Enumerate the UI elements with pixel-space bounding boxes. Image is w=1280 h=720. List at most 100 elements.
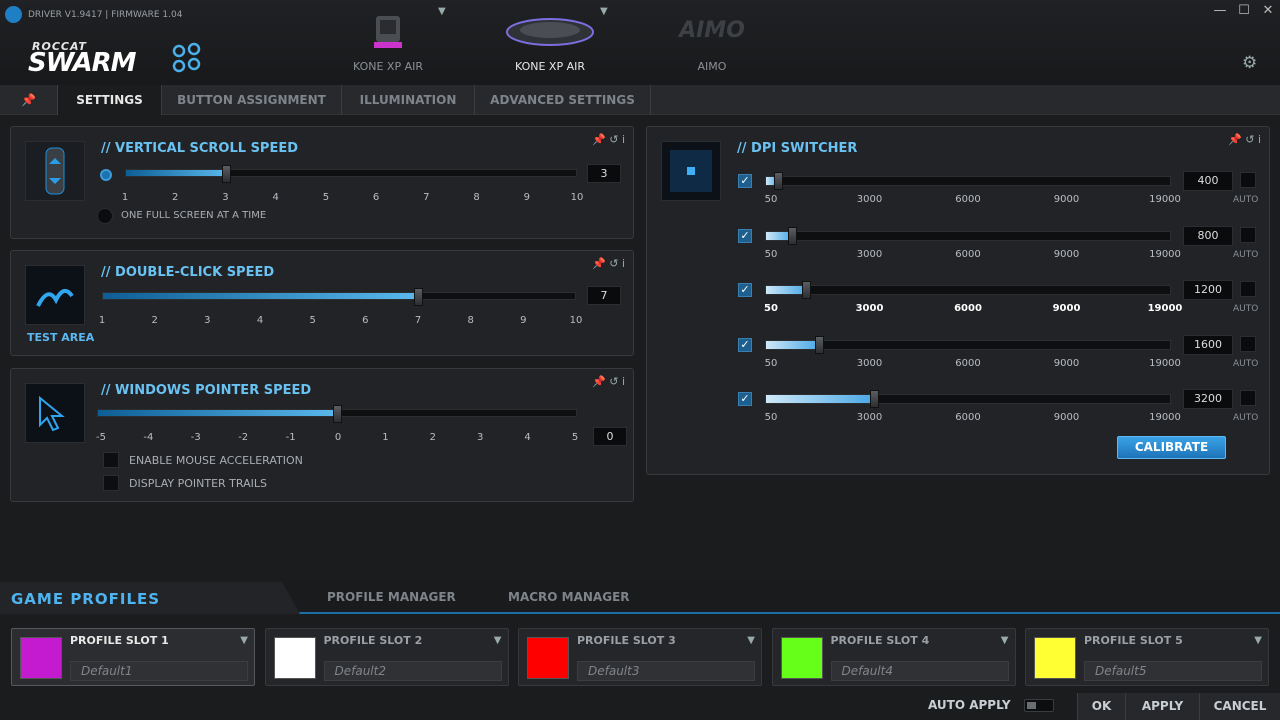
mouse-accel-checkbox[interactable] xyxy=(103,452,119,468)
auto-checkbox[interactable] xyxy=(1240,172,1256,188)
auto-apply-toggle[interactable] xyxy=(1024,699,1054,712)
device-kone-xp-air-1[interactable]: KONE XP AIR xyxy=(328,10,448,82)
calibrate-button[interactable]: CALIBRATE xyxy=(1117,436,1226,459)
dpi-level-checkbox[interactable]: ✓ xyxy=(738,228,752,243)
dpi-level-checkbox[interactable]: ✓ xyxy=(738,174,752,188)
slider-handle[interactable] xyxy=(222,165,231,183)
pointer-speed-value[interactable]: 0 xyxy=(593,427,627,446)
pin-icon[interactable]: 📌 xyxy=(592,375,606,388)
tick-label: 3 xyxy=(477,432,484,443)
profile-slot-name: PROFILE SLOT 3 xyxy=(577,634,676,647)
profile-color-swatch[interactable] xyxy=(780,637,823,679)
reset-icon[interactable]: ↺ xyxy=(609,375,618,388)
chevron-down-icon[interactable]: ▼ xyxy=(1001,635,1009,646)
dpi-level-checkbox[interactable]: ✓ xyxy=(738,337,752,352)
auto-checkbox[interactable] xyxy=(1240,281,1256,297)
minimize-icon[interactable]: — xyxy=(1208,0,1232,22)
dpi-value[interactable]: 3200 xyxy=(1183,389,1233,409)
pointer-speed-slider[interactable] xyxy=(97,405,577,423)
profile-name-input[interactable]: Default5 xyxy=(1084,661,1262,681)
dpi-slider[interactable] xyxy=(765,281,1171,299)
profile-name-input[interactable]: Default2 xyxy=(323,661,502,681)
dpi-value[interactable]: 1200 xyxy=(1183,280,1233,300)
pin-icon[interactable]: 📌 xyxy=(0,85,58,115)
slider-handle[interactable] xyxy=(801,281,811,299)
cancel-button[interactable]: CANCEL xyxy=(1199,693,1280,720)
scroll-speed-value[interactable]: 3 xyxy=(587,164,621,183)
info-icon[interactable]: i xyxy=(622,375,625,388)
slider-handle[interactable] xyxy=(774,172,784,190)
profile-color-swatch[interactable] xyxy=(273,637,316,679)
profile-slot[interactable]: PROFILE SLOT 5 ▼ Default5 xyxy=(1025,628,1269,686)
pin-icon[interactable]: 📌 xyxy=(592,133,606,146)
auto-checkbox[interactable] xyxy=(1240,226,1256,243)
dpi-level-checkbox[interactable]: ✓ xyxy=(738,283,752,297)
chevron-down-icon[interactable]: ▼ xyxy=(600,6,608,17)
pin-icon[interactable]: 📌 xyxy=(592,257,606,270)
close-icon[interactable]: ✕ xyxy=(1256,0,1280,22)
scroll-speed-slider[interactable] xyxy=(125,165,577,183)
chevron-down-icon[interactable]: ▼ xyxy=(1254,635,1262,646)
profile-manager-tab[interactable]: PROFILE MANAGER xyxy=(327,590,456,604)
tick-label: 2 xyxy=(172,192,179,203)
double-click-slider[interactable] xyxy=(102,288,576,306)
toggle-knob xyxy=(1027,702,1036,709)
info-icon[interactable]: i xyxy=(1258,133,1261,146)
reset-icon[interactable]: ↺ xyxy=(609,257,618,270)
profile-name-input[interactable]: Default1 xyxy=(70,661,248,681)
macro-manager-tab[interactable]: MACRO MANAGER xyxy=(508,590,630,604)
auto-checkbox[interactable] xyxy=(1240,335,1256,352)
pin-icon[interactable]: 📌 xyxy=(1228,133,1242,146)
dpi-level-checkbox[interactable]: ✓ xyxy=(738,392,752,406)
device-label: AIMO xyxy=(697,60,727,73)
dpi-slider[interactable] xyxy=(765,335,1171,354)
slider-handle[interactable] xyxy=(413,288,423,306)
apply-button[interactable]: APPLY xyxy=(1125,693,1199,720)
reset-icon[interactable]: ↺ xyxy=(609,133,618,146)
slider-handle[interactable] xyxy=(333,405,342,423)
dpi-value[interactable]: 400 xyxy=(1183,171,1233,191)
chevron-down-icon[interactable]: ▼ xyxy=(494,635,502,646)
slider-handle[interactable] xyxy=(815,335,825,354)
auto-checkbox[interactable] xyxy=(1240,390,1256,406)
info-icon[interactable]: i xyxy=(622,257,625,270)
device-aimo[interactable]: AIMO AIMO xyxy=(652,10,772,82)
auto-label: AUTO xyxy=(1233,304,1259,314)
info-icon[interactable]: i xyxy=(622,133,625,146)
profile-slot[interactable]: PROFILE SLOT 3 ▼ Default3 xyxy=(518,628,762,686)
dpi-slider[interactable] xyxy=(765,172,1171,190)
profile-slot[interactable]: PROFILE SLOT 4 ▼ Default4 xyxy=(771,628,1016,686)
reset-icon[interactable]: ↺ xyxy=(1245,133,1254,146)
tick-label: 9000 xyxy=(1053,194,1080,205)
device-kone-xp-air-2[interactable]: KONE XP AIR xyxy=(490,10,610,82)
slider-handle[interactable] xyxy=(787,226,797,245)
profile-color-swatch[interactable] xyxy=(527,637,569,679)
tab-button-assignment[interactable]: BUTTON ASSIGNMENT xyxy=(162,85,342,115)
profile-color-swatch[interactable] xyxy=(20,637,62,679)
double-click-value[interactable]: 7 xyxy=(587,286,621,305)
tab-settings[interactable]: SETTINGS xyxy=(58,85,162,115)
chevron-down-icon[interactable]: ▼ xyxy=(240,635,248,646)
scroll-mode-radio[interactable] xyxy=(100,169,112,181)
dpi-value[interactable]: 800 xyxy=(1183,225,1233,246)
tick-label: -2 xyxy=(238,432,249,443)
ok-button[interactable]: OK xyxy=(1077,693,1125,720)
maximize-icon[interactable]: ☐ xyxy=(1232,0,1256,22)
chevron-down-icon[interactable]: ▼ xyxy=(747,635,755,646)
profile-name-input[interactable]: Default3 xyxy=(577,661,755,681)
dpi-value[interactable]: 1600 xyxy=(1183,334,1233,355)
profile-name-input[interactable]: Default4 xyxy=(830,661,1009,681)
test-area-icon[interactable] xyxy=(25,265,85,325)
dpi-slider[interactable] xyxy=(765,226,1171,245)
profile-color-swatch[interactable] xyxy=(1034,637,1076,679)
gear-icon[interactable]: ⚙ xyxy=(1242,53,1257,73)
chevron-down-icon[interactable]: ▼ xyxy=(438,6,446,17)
profile-slot[interactable]: PROFILE SLOT 1 ▼ Default1 xyxy=(11,628,255,686)
tab-advanced-settings[interactable]: ADVANCED SETTINGS xyxy=(475,85,651,115)
profile-slot[interactable]: PROFILE SLOT 2 ▼ Default2 xyxy=(264,628,509,686)
pointer-trails-checkbox[interactable] xyxy=(103,475,119,491)
slider-handle[interactable] xyxy=(870,390,880,408)
full-screen-radio[interactable] xyxy=(97,208,113,224)
tab-illumination[interactable]: ILLUMINATION xyxy=(342,85,475,115)
dpi-slider[interactable] xyxy=(765,390,1171,408)
